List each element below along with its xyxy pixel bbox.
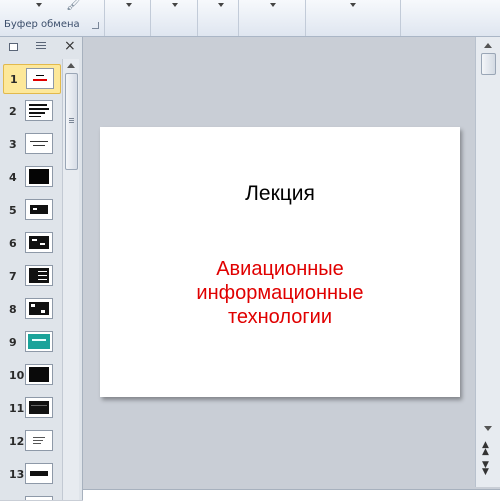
dropdown-arrow-icon[interactable] (36, 3, 42, 7)
close-icon[interactable]: × (64, 38, 76, 54)
ribbon: 🖌 Буфер обмена (0, 0, 500, 37)
slide-preview (25, 430, 53, 451)
slide-number: 13 (9, 468, 25, 481)
slide-number: 6 (9, 237, 17, 250)
slide-thumbnail[interactable]: 13 (3, 460, 59, 488)
thumbnail-scrollbar[interactable] (62, 59, 79, 500)
outline-tab-icon (36, 42, 46, 51)
slide-thumbnail[interactable]: 8 (3, 295, 59, 323)
slide-thumbnail[interactable]: 1 (3, 64, 61, 94)
scrollbar-thumb[interactable] (65, 73, 78, 170)
slide-thumbnail[interactable]: 5 (3, 196, 59, 224)
slide-number: 4 (9, 171, 17, 184)
dialog-launcher-icon[interactable] (92, 22, 99, 29)
slide-number: 7 (9, 270, 17, 283)
slide-preview (25, 298, 53, 319)
slide-number: 12 (9, 435, 25, 448)
ribbon-separator (305, 0, 306, 36)
slide-preview (25, 100, 53, 121)
dropdown-arrow-icon[interactable] (218, 3, 224, 7)
previous-slide-icon[interactable]: ▲ ▲ (482, 441, 489, 457)
scrollbar-thumb[interactable] (481, 53, 496, 75)
slide-number: 9 (9, 336, 17, 349)
slide-canvas[interactable]: Лекция Авиационные информационные технол… (100, 127, 460, 397)
slide-preview (25, 133, 53, 154)
slide-preview (25, 166, 53, 187)
slide-number: 8 (9, 303, 17, 316)
slide-preview (25, 364, 53, 385)
grip-icon (69, 118, 74, 124)
slide-preview (25, 199, 53, 220)
slide-preview (25, 463, 53, 484)
slide-preview (26, 68, 54, 89)
slide-number: 2 (9, 105, 17, 118)
dropdown-arrow-icon[interactable] (350, 3, 356, 7)
slide-preview (25, 331, 53, 352)
ribbon-separator (104, 0, 105, 36)
slide-thumbnail[interactable]: 11 (3, 394, 59, 422)
scroll-up-icon[interactable] (67, 63, 75, 68)
editor-scrollbar[interactable]: ▲ ▲ ▼ ▼ (475, 37, 500, 487)
dropdown-arrow-icon[interactable] (270, 3, 276, 7)
slide-editor: Лекция Авиационные информационные технол… (83, 37, 475, 487)
slide-preview (25, 397, 53, 418)
slide-subtitle[interactable]: Авиационные информационные технологии (160, 257, 400, 329)
slide-preview (25, 232, 53, 253)
slides-panel: × 1 2 3 4 5 6 7 8 9 10 11 12 13 (0, 37, 83, 500)
slide-number: 5 (9, 204, 17, 217)
tab-slides[interactable] (4, 40, 22, 54)
ribbon-separator (400, 0, 401, 36)
slide-thumbnail[interactable]: 6 (3, 229, 59, 257)
slide-thumbnail[interactable]: 12 (3, 427, 59, 455)
slide-thumbnail[interactable]: 10 (3, 361, 59, 389)
clipboard-group-label: Буфер обмена (4, 19, 80, 30)
slide-number: 11 (9, 402, 25, 415)
slide-thumbnail[interactable]: 3 (3, 130, 59, 158)
ribbon-separator (238, 0, 239, 36)
scroll-up-icon[interactable] (484, 43, 492, 48)
slide-thumbnail[interactable] (3, 493, 59, 500)
slide-title[interactable]: Лекция (100, 182, 460, 206)
slide-preview (25, 265, 53, 286)
slide-thumbnail[interactable]: 9 (3, 328, 59, 356)
slide-thumbnail[interactable]: 2 (3, 97, 59, 125)
brush-icon[interactable]: 🖌 (66, 0, 81, 11)
slide-number: 10 (9, 369, 25, 382)
ribbon-separator (197, 0, 198, 36)
slide-thumbnail[interactable]: 7 (3, 262, 59, 290)
panel-tabs: × (0, 37, 82, 57)
notes-pane[interactable] (83, 489, 500, 501)
dropdown-arrow-icon[interactable] (172, 3, 178, 7)
scroll-down-icon[interactable] (484, 426, 492, 431)
slide-thumbnail[interactable]: 4 (3, 163, 59, 191)
next-slide-icon[interactable]: ▼ ▼ (482, 461, 489, 477)
slide-thumbnail-list: 1 2 3 4 5 6 7 8 9 10 11 12 13 (0, 59, 62, 500)
dropdown-arrow-icon[interactable] (126, 3, 132, 7)
slide-number: 3 (9, 138, 17, 151)
tab-outline[interactable] (28, 40, 54, 54)
ribbon-separator (150, 0, 151, 36)
slide-preview (25, 496, 53, 500)
slides-tab-icon (9, 43, 18, 51)
slide-number: 1 (10, 73, 18, 86)
